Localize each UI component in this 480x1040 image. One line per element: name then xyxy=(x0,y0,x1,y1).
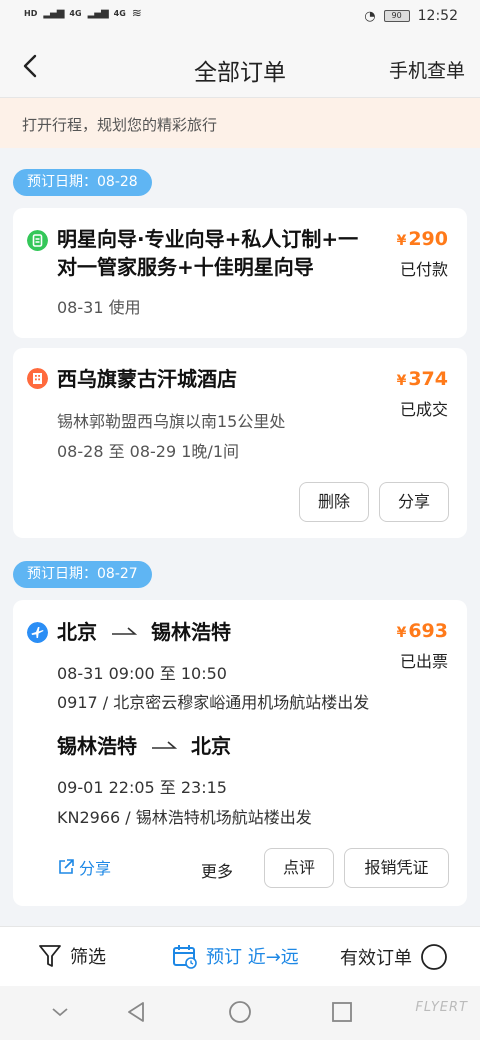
system-nav-bar xyxy=(0,986,480,1040)
origin-city: 北京 xyxy=(57,620,97,644)
sort-button[interactable]: 预订 近→远 xyxy=(172,943,299,969)
flight-info-outbound: 0917 / 北京密云穆家峪通用机场航站楼出发 xyxy=(57,693,370,712)
filter-icon xyxy=(39,945,61,967)
order-price: ¥374 xyxy=(397,368,448,390)
network-4g-label: 4G xyxy=(69,8,82,18)
booking-date-pill: 预订日期：08-28 xyxy=(13,169,152,196)
price-value: 374 xyxy=(408,368,448,390)
nav-bar: 全部订单 手机查单 xyxy=(0,36,480,98)
route-arrow-icon xyxy=(112,626,137,635)
order-title-line-1: 明星向导·专业向导+私人订制+一 xyxy=(57,227,359,251)
price-value: 693 xyxy=(408,620,448,642)
signal-icon-2: ▂▄▆ xyxy=(87,7,109,19)
back-triangle-icon[interactable] xyxy=(125,1000,149,1024)
valid-orders-label: 有效订单 xyxy=(340,948,412,969)
recents-square-icon[interactable] xyxy=(330,1000,354,1024)
order-card-hotel[interactable]: 西乌旗蒙古汗城酒店 ¥374 已成交 锡林郭勒盟西乌旗以南15公里处 08-28… xyxy=(13,348,467,538)
status-bar: HD ▂▄▆ 4G ▂▄▆ 4G ≋ ◔ 90 12:52 xyxy=(0,0,480,36)
order-status: 已成交 xyxy=(399,400,448,419)
home-circle-icon[interactable] xyxy=(228,1000,252,1024)
flight-time-return: 09-01 22:05 至 23:15 xyxy=(57,778,227,797)
booking-date-pill: 预订日期：08-27 xyxy=(13,561,152,588)
share-link[interactable]: 分享 xyxy=(57,855,111,879)
flight-info-return: KN2966 / 锡林浩特机场航站楼出发 xyxy=(57,808,312,827)
hotel-icon xyxy=(27,368,48,389)
currency-symbol: ¥ xyxy=(396,233,407,249)
currency-symbol: ¥ xyxy=(396,373,407,389)
speedometer-icon: ◔ xyxy=(364,8,376,24)
hd-badge: HD xyxy=(24,8,38,18)
status-left: HD ▂▄▆ 4G ▂▄▆ 4G ≋ xyxy=(24,6,142,20)
order-card-guide[interactable]: 明星向导·专业向导+私人订制+一 对一管家服务+十佳明星向导 ¥290 已付款 … xyxy=(13,208,467,338)
filter-label: 筛选 xyxy=(70,947,106,968)
valid-orders-toggle[interactable]: 有效订单 xyxy=(340,943,448,971)
flight-route-return: 锡林浩特 北京 xyxy=(57,730,231,759)
stay-dates: 08-28 至 08-29 1晚/1间 xyxy=(57,442,239,461)
flight-icon xyxy=(27,622,48,643)
hotel-address: 锡林郭勒盟西乌旗以南15公里处 xyxy=(57,412,286,431)
origin-city: 锡林浩特 xyxy=(57,734,137,758)
battery-icon: 90 xyxy=(383,10,410,22)
signal-icon: ▂▄▆ xyxy=(43,7,64,19)
more-button[interactable]: 更多 xyxy=(201,858,233,882)
reimbursement-voucher-button[interactable]: 报销凭证 xyxy=(344,848,449,888)
order-title-line-2: 对一管家服务+十佳明星向导 xyxy=(57,255,314,279)
order-price: ¥693 xyxy=(397,620,448,642)
destination-city: 锡林浩特 xyxy=(151,620,231,644)
chevron-down-icon[interactable] xyxy=(48,1000,72,1024)
hotel-name: 西乌旗蒙古汗城酒店 xyxy=(57,367,237,391)
watermark: FLYERT xyxy=(415,1000,468,1015)
share-icon xyxy=(59,859,74,874)
trip-banner[interactable]: 打开行程，规划您的精彩旅行 xyxy=(0,98,480,148)
delete-button[interactable]: 删除 xyxy=(299,482,369,522)
radio-circle-icon[interactable] xyxy=(420,943,448,971)
sort-label: 预订 近→远 xyxy=(206,947,299,968)
share-button[interactable]: 分享 xyxy=(379,482,449,522)
destination-city: 北京 xyxy=(191,734,231,758)
filter-button[interactable]: 筛选 xyxy=(38,943,106,969)
network-4g-label-2: 4G xyxy=(113,8,126,18)
flight-route-outbound: 北京 锡林浩特 xyxy=(57,616,231,645)
share-label: 分享 xyxy=(79,859,112,878)
review-button[interactable]: 点评 xyxy=(264,848,334,888)
order-card-flight[interactable]: 北京 锡林浩特 ¥693 已出票 08-31 09:00 至 10:50 091… xyxy=(13,600,467,906)
clock: 12:52 xyxy=(417,8,458,24)
calendar-icon xyxy=(173,945,197,969)
currency-symbol: ¥ xyxy=(396,625,407,641)
order-status: 已出票 xyxy=(399,652,448,671)
bottom-filter-bar: 筛选 预订 近→远 有效订单 xyxy=(0,926,480,986)
order-price: ¥290 xyxy=(397,228,448,250)
price-value: 290 xyxy=(408,228,448,250)
route-arrow-icon xyxy=(152,740,177,749)
order-status: 已付款 xyxy=(399,260,448,279)
status-right: ◔ 90 12:52 xyxy=(364,8,458,24)
wifi-icon: ≋ xyxy=(131,6,142,20)
usage-date: 08-31 使用 xyxy=(57,298,141,317)
flight-time-outbound: 08-31 09:00 至 10:50 xyxy=(57,664,227,683)
guide-icon xyxy=(27,230,48,251)
phone-lookup-button[interactable]: 手机查单 xyxy=(389,56,465,83)
